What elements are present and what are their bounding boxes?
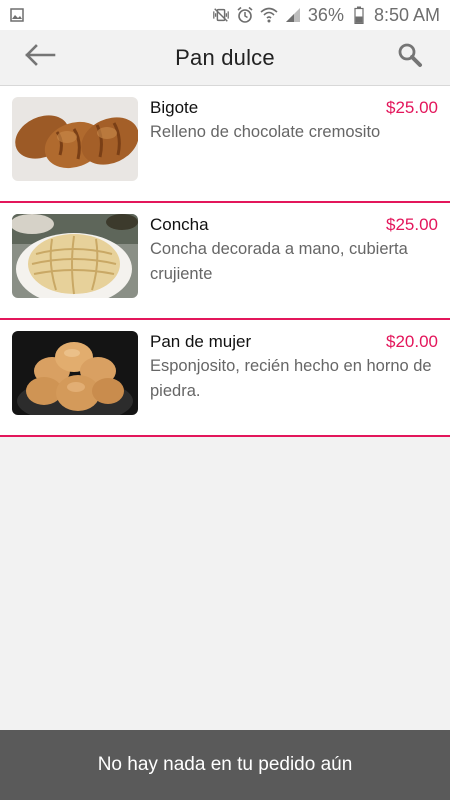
product-price: $25.00 bbox=[386, 98, 438, 117]
battery-icon bbox=[350, 6, 368, 24]
order-summary-bar[interactable]: No hay nada en tu pedido aún bbox=[0, 730, 450, 800]
alarm-icon bbox=[236, 6, 254, 24]
product-info: Concha $25.00 Concha decorada a mano, cu… bbox=[150, 214, 438, 318]
product-price: $20.00 bbox=[386, 332, 438, 351]
order-summary-text: No hay nada en tu pedido aún bbox=[97, 754, 353, 775]
product-image-bigote bbox=[12, 97, 138, 181]
product-info: Bigote $25.00 Relleno de chocolate cremo… bbox=[150, 97, 438, 201]
vibrate-mute-icon bbox=[212, 6, 230, 24]
product-image-pan-de-mujer bbox=[12, 331, 138, 415]
product-info: Pan de mujer $20.00 Esponjosito, recién … bbox=[150, 331, 438, 435]
arrow-left-icon bbox=[24, 43, 56, 72]
product-image-concha bbox=[12, 214, 138, 298]
product-description: Concha decorada a mano, cubierta crujien… bbox=[150, 240, 408, 283]
search-icon bbox=[397, 42, 423, 73]
status-right: 36% 8:50 AM bbox=[212, 5, 440, 26]
app-bar: Pan dulce bbox=[0, 30, 450, 86]
wifi-icon bbox=[260, 6, 278, 24]
product-item-pan-de-mujer[interactable]: Pan de mujer $20.00 Esponjosito, recién … bbox=[0, 320, 450, 437]
product-price: $25.00 bbox=[386, 215, 438, 234]
battery-percent: 36% bbox=[307, 4, 344, 25]
page-title: Pan dulce bbox=[175, 44, 275, 70]
back-button[interactable] bbox=[20, 38, 60, 78]
image-notification-icon bbox=[8, 6, 26, 24]
product-description: Esponjosito, recién hecho en horno de pi… bbox=[150, 357, 432, 400]
search-button[interactable] bbox=[390, 38, 430, 78]
product-description: Relleno de chocolate cremosito bbox=[150, 123, 381, 141]
clock-time: 8:50 AM bbox=[373, 4, 440, 25]
product-item-bigote[interactable]: Bigote $25.00 Relleno de chocolate cremo… bbox=[0, 86, 450, 203]
status-bar: 36% 8:50 AM bbox=[0, 0, 450, 30]
product-item-concha[interactable]: Concha $25.00 Concha decorada a mano, cu… bbox=[0, 203, 450, 320]
product-list: Bigote $25.00 Relleno de chocolate cremo… bbox=[0, 86, 450, 437]
signal-icon bbox=[284, 6, 302, 24]
status-left bbox=[8, 6, 26, 24]
